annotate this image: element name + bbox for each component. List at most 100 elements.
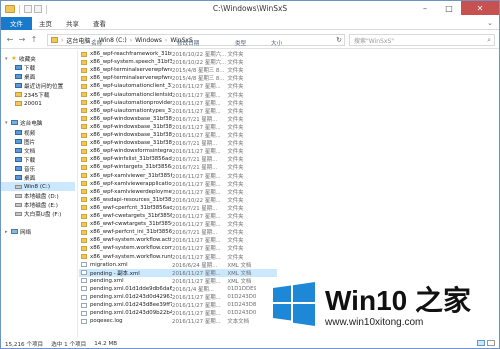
chevron-right-icon[interactable]: ▸ (5, 229, 9, 235)
file-row[interactable]: x86_wwf-perfcnt_ini_31bf3856ad364...2016… (79, 228, 277, 236)
file-row[interactable]: x86_wpf-xamlviewerapplicationmanif...201… (79, 180, 277, 188)
file-row[interactable]: x86_wpf-windowsbase_31bf3856ad36...2016/… (79, 131, 277, 139)
pane-divider[interactable] (77, 50, 78, 337)
file-row[interactable]: migration.xml 2016/6/24 星期... XML 文档 (79, 261, 277, 269)
file-row[interactable]: x86_wpf-uiautomationtypes_31bf385...2016… (79, 107, 277, 115)
tab-file[interactable]: 文件 (1, 16, 32, 30)
chevron-down-icon[interactable]: ⌄ (487, 19, 493, 27)
folder-icon (81, 213, 87, 219)
column-header-name[interactable]: 名称 (91, 38, 177, 48)
file-row[interactable]: poqexec.log 2016/11/27 星期... 文本文档 (79, 317, 277, 325)
nav-item[interactable]: 桌面 (1, 173, 35, 182)
file-row[interactable]: x86_wpf-reachframework_31bf3856ad...2016… (79, 50, 277, 58)
watermark-url: www.win10xitong.com (325, 317, 424, 328)
file-row[interactable]: x86_wwf-cwetargets_31bf3856ad364...2016/… (79, 212, 277, 220)
nav-item[interactable]: 2345下载 (1, 90, 49, 99)
nav-item[interactable]: 视频 (1, 128, 35, 137)
nav-item[interactable]: ▸ 网络 (1, 227, 31, 236)
file-row[interactable]: x86_wpf-xamlviewer_31bf3856ad364e...2016… (79, 172, 277, 180)
file-row[interactable]: x86_wwf-cperfcnt_31bf3856ad364e35...2016… (79, 204, 277, 212)
nav-item[interactable]: ▾ 这台电脑 (1, 118, 42, 127)
nav-item-label: 本地磁盘 (E:) (24, 202, 58, 209)
file-type: 文件夹 (227, 68, 244, 75)
column-header-size[interactable]: 大小 (271, 38, 293, 48)
file-type: 文件夹 (227, 149, 244, 156)
nav-item[interactable]: 图片 (1, 137, 35, 146)
title-bar: C:\Windows\WinSxS – □ ✕ (1, 1, 499, 17)
file-row[interactable]: x86_wpf-xamlviewerdeploymentmanif...2016… (79, 188, 277, 196)
file-row[interactable]: x86_wwf-system.workflow.activities_3...2… (79, 236, 277, 244)
nav-item[interactable]: ▾ ★ 收藏夹 (1, 54, 36, 63)
nav-item-label: 下载 (24, 157, 36, 164)
nav-item[interactable]: 文档 (1, 146, 35, 155)
folder-icon (81, 132, 87, 138)
file-row[interactable]: x86_wpf-uiautomationclient_31bf385...201… (79, 82, 277, 90)
up-button[interactable]: ↑ (29, 35, 39, 45)
file-type: 文件夹 (227, 157, 244, 164)
file-type: 文件夹 (227, 222, 244, 229)
file-date: 2016/11/27 星期... (172, 222, 221, 229)
navigation-buttons: ← → ↑ (1, 35, 39, 45)
file-row[interactable]: pending - 副本.xml 2016/11/27 星期... XML 文档 (79, 268, 277, 277)
back-button[interactable]: ← (5, 35, 15, 45)
minimize-button[interactable]: – (413, 1, 437, 15)
nav-item[interactable]: 下载 (1, 63, 35, 72)
folder-icon (81, 108, 87, 114)
file-type: 文件夹 (227, 84, 244, 91)
nav-item[interactable]: 下载 (1, 155, 35, 164)
tab-share[interactable]: 共享 (59, 17, 86, 30)
forward-button[interactable]: → (17, 35, 27, 45)
close-button[interactable]: ✕ (461, 1, 499, 15)
column-header-type[interactable]: 类型 (235, 38, 265, 48)
chevron-down-icon[interactable]: ▾ (5, 56, 9, 62)
folder-icon (81, 221, 87, 227)
file-row[interactable]: x86_wpf-windowsbase_31bf3856ad36...2016/… (79, 115, 277, 123)
nav-item-label: 网络 (20, 229, 32, 236)
file-name: migration.xml (90, 261, 128, 268)
file-row[interactable]: x86_wpf-uiautomationprovider_31bf3...201… (79, 99, 277, 107)
file-date: 2016/11/27 星期... (172, 100, 221, 107)
nav-item[interactable]: 大白菜U盘 (F:) (1, 209, 61, 218)
file-name: x86_wwf-system.workflow.runtime_31... (90, 253, 172, 260)
file-date: 2016/11/27 星期... (172, 181, 221, 188)
file-row[interactable]: x86_wpf-winfxlist_31bf3856ad364e35...201… (79, 155, 277, 163)
file-row[interactable]: pending.xml.01d243d8ee39ff75 2016/11/27 星… (79, 301, 277, 309)
file-name: x86_wwf-cwetargets_31bf3856ad364... (90, 213, 172, 219)
file-row[interactable]: x86_wwf-system.workflow.runtime_31...201… (79, 253, 277, 261)
nav-item[interactable]: 本地磁盘 (E:) (1, 200, 58, 209)
window-controls: – □ ✕ (413, 1, 499, 15)
folder-icon (81, 59, 87, 65)
column-header-date[interactable]: 修改日期 (177, 38, 235, 48)
file-row[interactable]: x86_wpf-uiautomationclientsideprovi...20… (79, 91, 277, 99)
nav-item[interactable]: 本地磁盘 (D:) (1, 191, 59, 200)
file-row[interactable]: x86_wpf-windowsbase_31bf3856ad36...2016/… (79, 123, 277, 131)
folder-icon (81, 156, 87, 162)
nav-item[interactable]: 20001 (1, 99, 42, 108)
file-row[interactable]: x86_wpf-windowsbase_31bf3856ad36...2016/… (79, 139, 277, 147)
file-row[interactable]: x86_wsdapi-resources_31bf3856ad36...2016… (79, 196, 277, 204)
tab-home[interactable]: 主页 (32, 17, 59, 30)
file-row[interactable]: x86_wwf-system.workflow.component...2016… (79, 244, 277, 252)
file-row[interactable]: pending.xml.01d243d09b22b48 2016/11/27 星期… (79, 309, 277, 317)
maximize-button[interactable]: □ (437, 1, 461, 15)
file-row[interactable]: x86_wpf-terminalserverwpfwrapperex...201… (79, 66, 277, 74)
nav-item[interactable]: 最近访问的位置 (1, 81, 63, 90)
file-type: 文件夹 (227, 189, 244, 196)
file-row[interactable]: x86_wwf-cwwtargets_31bf3856ad364...2016/… (79, 220, 277, 228)
tab-view[interactable]: 查看 (86, 17, 113, 30)
file-row[interactable]: pending.xml.01d243d0d4296397 2016/11/27 星… (79, 293, 277, 301)
file-row[interactable]: x86_wpf-windowsformsintegration_31...201… (79, 147, 277, 155)
nav-item[interactable]: Win8 (C:) (1, 182, 75, 191)
file-row[interactable]: x86_wpf-terminalserverwpfwrapperex...201… (79, 74, 277, 82)
nav-item-label: 大白菜U盘 (F:) (24, 211, 62, 218)
chevron-down-icon[interactable]: ▾ (5, 120, 9, 126)
file-row[interactable]: pending.xml 2016/11/27 星期... XML 文档 (79, 277, 277, 285)
file-row[interactable]: pending.xml.01d1dde9db6da691 2016/1/4 星期.… (79, 285, 277, 293)
file-row[interactable]: x86_wpf-wintargets_31bf3856ad364e...2016… (79, 163, 277, 171)
file-row[interactable]: x86_wpf-system.speech_31bf3856ad3...2016… (79, 58, 277, 66)
file-name: pending.xml.01d243d0d4296397 (90, 294, 173, 300)
file-type: 文件夹 (227, 238, 244, 245)
nav-item[interactable]: 音乐 (1, 164, 35, 173)
nav-item[interactable]: 桌面 (1, 72, 35, 81)
explorer-window: C:\Windows\WinSxS – □ ✕ 文件 主页 共享 查看 ⌄ ← … (0, 0, 500, 349)
